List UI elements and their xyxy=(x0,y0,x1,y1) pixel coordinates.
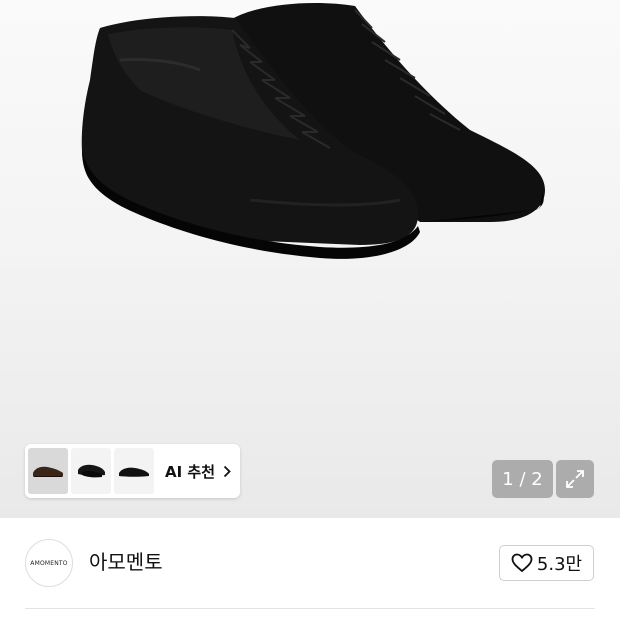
product-image-black-leather-shoes xyxy=(81,2,545,259)
page-total: 2 xyxy=(531,468,543,490)
expand-image-button[interactable] xyxy=(556,460,594,498)
brand-name[interactable]: 아모멘토 xyxy=(89,550,163,574)
page-current: 1 xyxy=(502,468,514,490)
divider xyxy=(25,608,595,609)
thumbnail-1[interactable] xyxy=(28,448,68,494)
thumbnail-2[interactable] xyxy=(71,448,111,494)
heart-icon xyxy=(511,553,533,573)
brand-logo-text: AMOMENTO xyxy=(30,559,68,567)
ai-recommend-label: AI 추천 xyxy=(165,462,216,481)
thumbnail-3[interactable] xyxy=(114,448,154,494)
thumbnail-strip: AI 추천 xyxy=(25,444,240,498)
page-separator: / xyxy=(513,468,532,490)
like-button[interactable]: 5.3만 xyxy=(499,545,594,581)
like-count: 5.3만 xyxy=(536,554,583,575)
brand-row: AMOMENTO 아모멘토 5.3만 xyxy=(0,518,620,608)
ai-recommend-link[interactable]: AI 추천 xyxy=(165,448,231,494)
image-page-counter: 1 / 2 xyxy=(492,460,553,498)
black-shoe-thumbnail-1-icon xyxy=(78,464,105,478)
brown-shoe-thumbnail-icon xyxy=(33,466,63,477)
chevron-right-icon xyxy=(223,465,231,477)
black-shoe-thumbnail-2-icon xyxy=(119,467,149,477)
brand-logo[interactable]: AMOMENTO xyxy=(25,539,73,587)
expand-icon xyxy=(566,470,584,488)
product-image-gallery[interactable]: AI 추천 1 / 2 xyxy=(0,0,620,518)
